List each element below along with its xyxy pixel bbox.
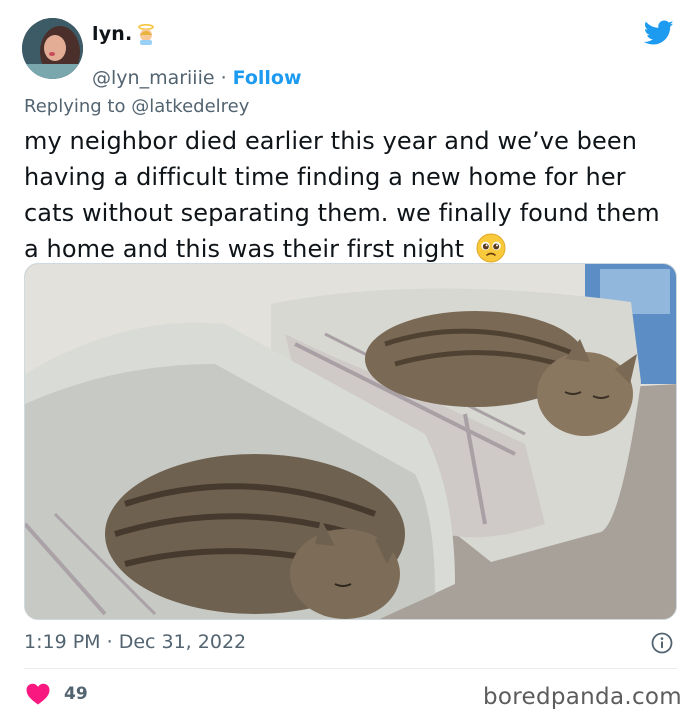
tweet-body: my neighbor died earlier this year and w… (24, 127, 660, 263)
like-count: 49 (64, 684, 88, 704)
handle-row: @lyn_mariiie · Follow (92, 67, 302, 89)
replying-prefix: Replying to (24, 96, 126, 117)
info-icon[interactable] (651, 632, 673, 654)
avatar[interactable] (22, 18, 83, 79)
display-name[interactable]: lyn. (92, 23, 132, 45)
watermark: boredpanda.com (483, 684, 682, 710)
pleading-face-emoji-icon (476, 233, 506, 263)
tweet-header: lyn. @lyn_mariiie · Follow (22, 18, 678, 89)
tweet-text: my neighbor died earlier this year and w… (24, 123, 674, 267)
angel-emoji-icon (138, 23, 155, 45)
like-action[interactable]: 49 (26, 683, 88, 705)
handle[interactable]: @lyn_mariiie (92, 67, 215, 89)
follow-button[interactable]: Follow (233, 67, 302, 89)
name-row: lyn. (92, 23, 157, 45)
tweet-photo[interactable] (24, 263, 677, 620)
twitter-bird-icon[interactable] (644, 20, 674, 46)
tweet-timestamp[interactable]: 1:19 PM · Dec 31, 2022 (24, 631, 246, 653)
date-separator: · (106, 631, 113, 653)
heart-icon[interactable] (26, 683, 50, 705)
separator: · (220, 67, 227, 89)
tweet-time: 1:19 PM (24, 631, 101, 653)
tweet-date: Dec 31, 2022 (118, 631, 247, 653)
replying-to-line: Replying to @latkedelrey (24, 96, 249, 117)
divider (24, 668, 677, 669)
replying-to-mention[interactable]: @latkedelrey (131, 96, 249, 117)
